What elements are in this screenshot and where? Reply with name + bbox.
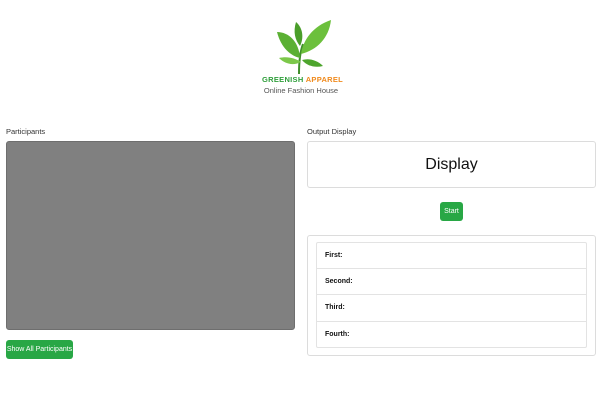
participants-list-panel[interactable]: [6, 141, 295, 330]
brand-name-orange: APPAREL: [305, 75, 344, 84]
result-row-third: Third:: [316, 295, 587, 322]
brand-name: GREENISH APPAREL: [262, 75, 344, 84]
display-text: Display: [425, 155, 478, 173]
start-button[interactable]: Start: [440, 202, 463, 221]
result-label: First:: [325, 251, 343, 259]
output-display-label: Output Display: [307, 127, 357, 136]
results-card: First: Second: Third: Fourth:: [307, 235, 596, 356]
result-row-fourth: Fourth:: [316, 321, 587, 348]
participants-label: Participants: [6, 127, 46, 136]
result-row-first: First:: [316, 242, 587, 269]
show-all-participants-button[interactable]: Show All Participants: [6, 340, 73, 359]
result-label: Fourth:: [325, 330, 350, 338]
leaf-logo-icon: [277, 20, 331, 75]
result-row-second: Second:: [316, 268, 587, 295]
display-card: Display: [307, 141, 596, 188]
result-label: Second:: [325, 277, 353, 285]
result-label: Third:: [325, 304, 345, 312]
brand-logo: GREENISH APPAREL Online Fashion House: [262, 18, 344, 102]
brand-name-green: GREENISH: [262, 75, 304, 84]
brand-tagline: Online Fashion House: [263, 86, 339, 95]
